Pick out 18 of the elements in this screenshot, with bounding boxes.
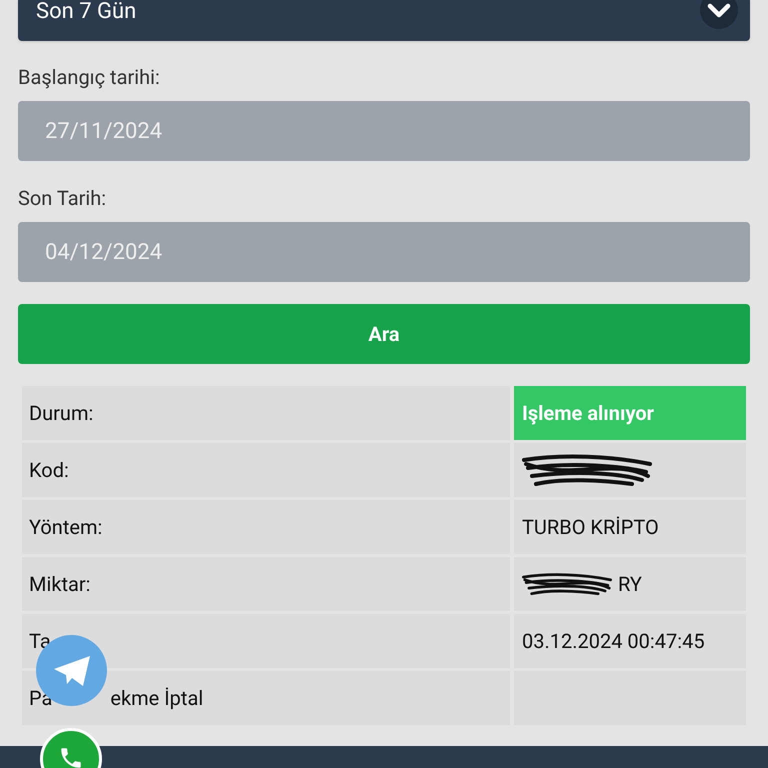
period-select[interactable]: Son 7 Gün (18, 0, 750, 41)
table-cell: Miktar: (22, 557, 510, 611)
paper-plane-icon (52, 654, 90, 686)
table-cell: Yöntem: (22, 500, 510, 554)
table-cell: Kod: (22, 443, 510, 497)
select-value: Son 7 Gün (36, 0, 136, 26)
date-field[interactable]: 04/12/2024 (18, 222, 750, 282)
table-cell: TURBO KRİPTO (514, 500, 746, 554)
label-text: ekme İptal (110, 685, 204, 712)
table-cell: Durum: (22, 386, 510, 440)
chevron-down-icon (700, 0, 738, 28)
search-button[interactable]: Ara (18, 304, 750, 364)
date-field[interactable]: 27/11/2024 (18, 101, 750, 161)
amount-text: RY (618, 571, 642, 598)
table-cell: 03.12.2024 00:47:45 (514, 614, 746, 668)
field-label: Son Tarih: (18, 185, 108, 212)
status-cell: Işleme alınıyor (514, 386, 746, 440)
field-label: Başlangıç tarihi: (18, 64, 161, 91)
